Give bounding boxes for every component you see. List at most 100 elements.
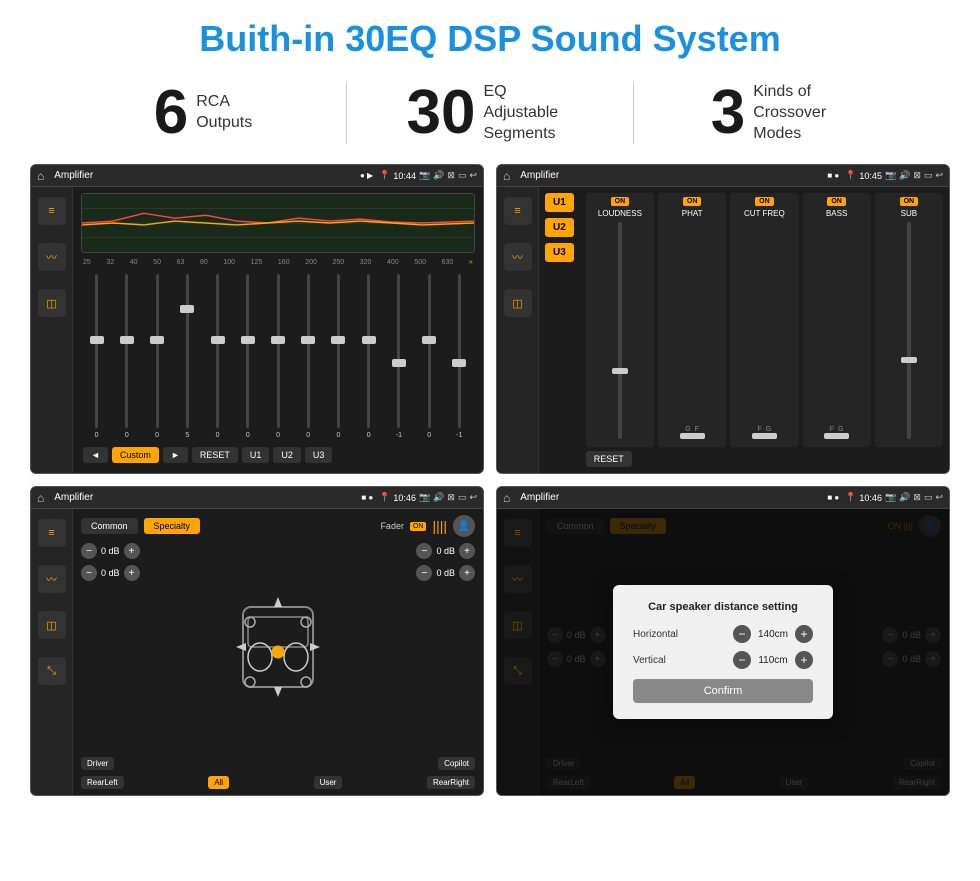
slider-thumb-3[interactable] xyxy=(150,336,164,344)
screen2-eq-icon[interactable]: ≡ xyxy=(504,197,532,225)
loudness-on[interactable]: ON xyxy=(611,197,630,206)
all-button[interactable]: All xyxy=(208,776,229,789)
screen4-battery-icon: ▭ xyxy=(924,492,933,503)
screen2-wave-icon[interactable]: 〰 xyxy=(504,243,532,271)
distance-dialog: Car speaker distance setting Horizontal … xyxy=(613,585,833,719)
eq-icon[interactable]: ≡ xyxy=(38,197,66,225)
signal-icon: ⊠ xyxy=(447,170,455,181)
home-icon[interactable]: ⌂ xyxy=(37,169,44,183)
cutfreq-on[interactable]: ON xyxy=(755,197,774,206)
slider-track-9[interactable] xyxy=(337,274,340,428)
slider-thumb-1[interactable] xyxy=(90,336,104,344)
slider-track-12[interactable] xyxy=(428,274,431,428)
screen2-u2-button[interactable]: U2 xyxy=(545,218,574,237)
custom-button[interactable]: Custom xyxy=(112,447,159,463)
screen2-home-icon[interactable]: ⌂ xyxy=(503,169,510,183)
screen3-back-icon[interactable]: ↩ xyxy=(469,492,477,503)
slider-thumb-9[interactable] xyxy=(331,336,345,344)
screen2-u1-button[interactable]: U1 xyxy=(545,193,574,212)
reset-button[interactable]: RESET xyxy=(192,447,238,463)
bass-on[interactable]: ON xyxy=(827,197,846,206)
slider-track-8[interactable] xyxy=(307,274,310,428)
loudness-slider[interactable] xyxy=(618,222,622,439)
u1-button[interactable]: U1 xyxy=(242,447,270,463)
slider-12: 0 xyxy=(416,272,443,439)
slider-track-6[interactable] xyxy=(246,274,249,428)
slider-track-2[interactable] xyxy=(125,274,128,428)
slider-track-7[interactable] xyxy=(277,274,280,428)
screen2-speaker-icon[interactable]: ◫ xyxy=(504,289,532,317)
slider-thumb-12[interactable] xyxy=(422,336,436,344)
slider-thumb-6[interactable] xyxy=(241,336,255,344)
slider-thumb-13[interactable] xyxy=(452,359,466,367)
wave-icon[interactable]: 〰 xyxy=(38,243,66,271)
slider-thumb-10[interactable] xyxy=(362,336,376,344)
screen2-reset-button[interactable]: RESET xyxy=(586,451,632,467)
screen3-expand-icon[interactable]: ⤡ xyxy=(38,657,66,685)
screen3-speaker-icon[interactable]: ◫ xyxy=(38,611,66,639)
screen3-eq-icon[interactable]: ≡ xyxy=(38,519,66,547)
slider-track-1[interactable] xyxy=(95,274,98,428)
slider-track-5[interactable] xyxy=(216,274,219,428)
slider-track-3[interactable] xyxy=(156,274,159,428)
rearleft-button[interactable]: RearLeft xyxy=(81,776,124,789)
bass-g-thumb[interactable] xyxy=(833,433,849,439)
vertical-plus-button[interactable]: + xyxy=(795,651,813,669)
slider-thumb-4[interactable] xyxy=(180,305,194,313)
phat-f-thumb[interactable] xyxy=(689,433,705,439)
cutfreq-g-thumb[interactable] xyxy=(761,433,777,439)
db-minus-1[interactable]: − xyxy=(81,543,97,559)
speaker-icon[interactable]: ◫ xyxy=(38,289,66,317)
screen2-back-icon[interactable]: ↩ xyxy=(935,170,943,181)
slider-thumb-8[interactable] xyxy=(301,336,315,344)
screen3-location-icon: 📍 xyxy=(379,492,390,503)
slider-track-11[interactable] xyxy=(397,274,400,428)
slider-track-13[interactable] xyxy=(458,274,461,428)
speaker-right-controls: − 0 dB + − 0 dB + xyxy=(416,543,475,751)
user-button[interactable]: User xyxy=(314,776,343,789)
loudness-thumb[interactable] xyxy=(612,368,628,374)
phat-on[interactable]: ON xyxy=(683,197,702,206)
screen4-back-icon[interactable]: ↩ xyxy=(935,492,943,503)
speaker-content: − 0 dB + − 0 dB + xyxy=(81,543,475,751)
slider-thumb-2[interactable] xyxy=(120,336,134,344)
db-value-2: 0 dB xyxy=(101,568,120,578)
sub-slider[interactable] xyxy=(907,222,911,439)
slider-track-10[interactable] xyxy=(367,274,370,428)
u2-button[interactable]: U2 xyxy=(273,447,301,463)
screen4-home-icon[interactable]: ⌂ xyxy=(503,491,510,505)
sub-thumb[interactable] xyxy=(901,357,917,363)
copilot-button[interactable]: Copilot xyxy=(438,757,475,770)
db-plus-2[interactable]: + xyxy=(124,565,140,581)
prev-button[interactable]: ◄ xyxy=(83,447,108,463)
slider-thumb-5[interactable] xyxy=(211,336,225,344)
vertical-minus-button[interactable]: − xyxy=(733,651,751,669)
next-button[interactable]: ► xyxy=(163,447,188,463)
slider-thumb-11[interactable] xyxy=(392,359,406,367)
slider-track-4[interactable] xyxy=(186,274,189,428)
common-tab[interactable]: Common xyxy=(81,518,138,534)
slider-thumb-7[interactable] xyxy=(271,336,285,344)
db-plus-1[interactable]: + xyxy=(124,543,140,559)
db-minus-3[interactable]: − xyxy=(416,543,432,559)
phat-title: PHAT xyxy=(682,209,703,218)
db-plus-3[interactable]: + xyxy=(459,543,475,559)
specialty-tab[interactable]: Specialty xyxy=(144,518,201,534)
screen3-home-icon[interactable]: ⌂ xyxy=(37,491,44,505)
back-icon[interactable]: ↩ xyxy=(469,170,477,181)
u3-button[interactable]: U3 xyxy=(305,447,333,463)
db-minus-2[interactable]: − xyxy=(81,565,97,581)
driver-button[interactable]: Driver xyxy=(81,757,114,770)
confirm-button[interactable]: Confirm xyxy=(633,679,813,703)
horizontal-plus-button[interactable]: + xyxy=(795,625,813,643)
rearright-button[interactable]: RearRight xyxy=(427,776,475,789)
bass-title: BASS xyxy=(826,209,847,218)
screen3-wave-icon[interactable]: 〰 xyxy=(38,565,66,593)
sub-on[interactable]: ON xyxy=(900,197,919,206)
fader-on-badge[interactable]: ON xyxy=(410,522,427,531)
db-plus-4[interactable]: + xyxy=(459,565,475,581)
user-avatar[interactable]: 👤 xyxy=(453,515,475,537)
db-minus-4[interactable]: − xyxy=(416,565,432,581)
screen2-u3-button[interactable]: U3 xyxy=(545,243,574,262)
horizontal-minus-button[interactable]: − xyxy=(733,625,751,643)
